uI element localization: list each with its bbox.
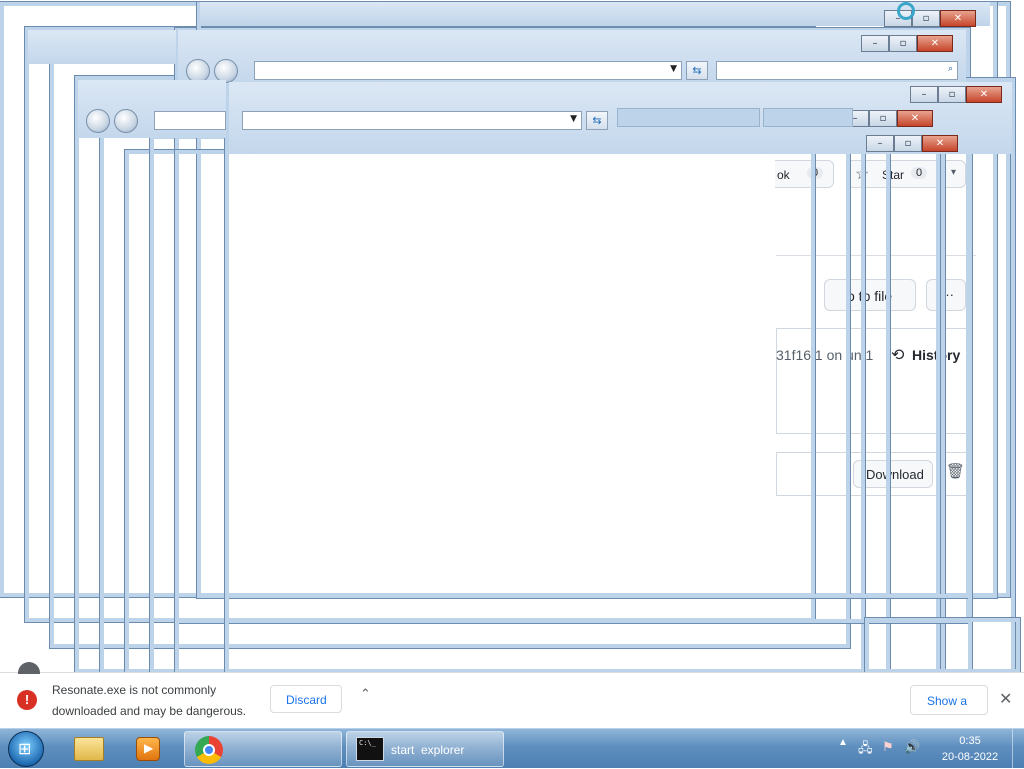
close-button[interactable]: ✕ xyxy=(966,86,1002,103)
chrome-icon xyxy=(195,736,223,764)
search-icon: ⌕ xyxy=(947,64,953,74)
media-player-icon: ▶ xyxy=(136,737,160,761)
search-box[interactable]: ⌕ xyxy=(716,61,958,80)
clock-date[interactable]: 20-08-2022 xyxy=(932,751,1008,763)
show-hidden-icons[interactable]: ▲ xyxy=(838,737,848,748)
caption-buttons: – ▫ ✕ xyxy=(841,110,933,127)
show-all-button[interactable]: Show a xyxy=(910,685,988,715)
maximize-button[interactable]: ▫ xyxy=(894,135,922,152)
taskbar-media-button[interactable]: ▶ xyxy=(128,731,170,767)
maximize-button[interactable]: ▫ xyxy=(912,10,940,27)
forward-button[interactable] xyxy=(114,109,138,133)
close-button[interactable]: ✕ xyxy=(922,135,958,152)
warning-text-line2: downloaded and may be dangerous. xyxy=(52,704,247,718)
window-content xyxy=(233,154,775,584)
volume-icon[interactable]: 🔊 xyxy=(904,739,920,755)
busy-cursor-icon xyxy=(897,2,915,20)
back-button[interactable] xyxy=(86,109,110,133)
address-bar[interactable]: ▼ xyxy=(242,111,582,130)
network-icon[interactable]: 🖧 xyxy=(858,739,873,761)
download-bar: ! Resonate.exe is not commonly downloade… xyxy=(0,672,1024,729)
taskbar-cmd-button[interactable]: C:\_ start explorer xyxy=(346,731,504,767)
address-bar[interactable] xyxy=(154,111,226,130)
caption-buttons: – ▫ ✕ xyxy=(861,35,953,52)
maximize-button[interactable]: ▫ xyxy=(869,110,897,127)
window-frame xyxy=(864,617,1021,674)
discard-button[interactable]: Discard xyxy=(270,685,342,713)
maximize-button[interactable]: ▫ xyxy=(938,86,966,103)
taskbar-explorer-button[interactable] xyxy=(68,731,110,767)
warning-text-line1: Resonate.exe is not commonly xyxy=(52,683,217,697)
close-icon[interactable]: ✕ xyxy=(999,689,1012,708)
warning-icon: ! xyxy=(17,690,37,710)
chevron-up-icon[interactable]: ⌃ xyxy=(360,687,371,702)
clock-time[interactable]: 0:35 xyxy=(940,735,1000,747)
chevron-down-icon: ▼ xyxy=(570,114,577,124)
show-all-label: Show a xyxy=(927,694,968,708)
caption-buttons: – ▫ ✕ xyxy=(866,135,958,152)
search-box[interactable] xyxy=(763,108,853,127)
taskbar-cmd-label: start explorer xyxy=(391,743,465,757)
action-center-icon[interactable]: ⚑ xyxy=(882,739,894,755)
explorer-folder-icon xyxy=(74,737,104,761)
address-bar[interactable]: ▼ xyxy=(254,61,682,80)
window-titlebar xyxy=(28,30,176,64)
window-titlebar xyxy=(200,2,990,26)
refresh-button[interactable]: ⇆ xyxy=(686,61,708,80)
minimize-button[interactable]: – xyxy=(866,135,894,152)
minimize-button[interactable]: – xyxy=(910,86,938,103)
taskbar: ⊞ ▶ C:\_ start explorer ▲ 🖧 ⚑ 🔊 0:35 20-… xyxy=(0,728,1024,769)
close-button[interactable]: ✕ xyxy=(917,35,953,52)
refresh-button[interactable]: ⇆ xyxy=(586,111,608,130)
caption-buttons: – ▫ ✕ xyxy=(910,86,1002,103)
search-box[interactable] xyxy=(617,108,760,127)
windows-orb-icon: ⊞ xyxy=(18,739,32,758)
close-button[interactable]: ✕ xyxy=(897,110,933,127)
taskbar-chrome-button[interactable] xyxy=(184,731,342,767)
close-button[interactable]: ✕ xyxy=(940,10,976,27)
maximize-button[interactable]: ▫ xyxy=(889,35,917,52)
show-desktop-button[interactable] xyxy=(1012,729,1024,769)
cmd-icon: C:\_ xyxy=(356,737,384,761)
discard-label: Discard xyxy=(286,693,327,707)
chevron-down-icon: ▼ xyxy=(670,64,677,74)
start-button[interactable]: ⊞ xyxy=(8,731,44,767)
minimize-button[interactable]: – xyxy=(861,35,889,52)
